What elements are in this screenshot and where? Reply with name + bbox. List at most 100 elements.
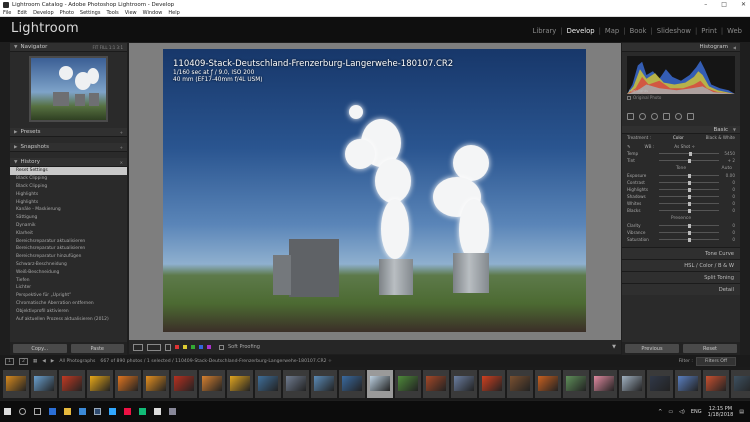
- slider-knob[interactable]: [687, 201, 691, 206]
- slider-knob[interactable]: [687, 230, 691, 235]
- menu-develop[interactable]: Develop: [33, 10, 54, 16]
- develop-photo[interactable]: 110409-Stack-Deutschland-Frenzerburg-Lan…: [163, 49, 586, 332]
- module-web[interactable]: Web: [723, 27, 746, 35]
- slider-knob[interactable]: [687, 173, 691, 178]
- file-explorer-icon[interactable]: [64, 408, 71, 415]
- search-icon[interactable]: [19, 408, 26, 415]
- module-slideshow[interactable]: Slideshow: [653, 27, 695, 35]
- history-item[interactable]: Bereichsreparatur aktualisieren: [10, 245, 127, 253]
- spot-removal-tool-icon[interactable]: [639, 112, 646, 120]
- slider-value[interactable]: 0: [723, 187, 735, 192]
- color-label-green[interactable]: [191, 345, 195, 349]
- red-eye-tool-icon[interactable]: [651, 112, 658, 120]
- network-icon[interactable]: ▭: [668, 409, 673, 415]
- reset-button[interactable]: Reset: [683, 344, 737, 353]
- photoshop-icon[interactable]: [109, 408, 116, 415]
- slider-value[interactable]: 5450: [723, 151, 735, 156]
- filmstrip-thumbnail[interactable]: [115, 369, 141, 398]
- history-item[interactable]: Black Clipping: [10, 175, 127, 183]
- history-item[interactable]: Dynamik: [10, 222, 127, 230]
- menu-edit[interactable]: Edit: [17, 10, 27, 16]
- filmstrip-thumbnail[interactable]: [59, 369, 85, 398]
- add-preset-icon[interactable]: +: [120, 130, 123, 135]
- filmstrip-thumbnail[interactable]: [535, 369, 561, 398]
- paste-button[interactable]: Paste: [70, 344, 124, 353]
- slider-track[interactable]: [659, 230, 719, 235]
- module-develop[interactable]: Develop: [563, 27, 599, 35]
- section-hsl[interactable]: HSL / Color / B & W: [622, 259, 740, 271]
- color-label-red[interactable]: [175, 345, 179, 349]
- filter-select[interactable]: Filters Off: [695, 356, 736, 366]
- treatment-bw-option[interactable]: Black & White: [706, 135, 735, 140]
- menu-photo[interactable]: Photo: [60, 10, 74, 16]
- presets-header[interactable]: ▶ Presets +: [10, 128, 127, 137]
- filmstrip-thumbnail[interactable]: [395, 369, 421, 398]
- filmstrip-thumbnail[interactable]: [479, 369, 505, 398]
- adjustment-brush-icon[interactable]: [687, 112, 694, 120]
- filmstrip-thumbnail[interactable]: [507, 369, 533, 398]
- keyboard-language[interactable]: ENG: [691, 409, 702, 415]
- edge-icon[interactable]: [49, 408, 56, 415]
- filmstrip-thumbnail[interactable]: [227, 369, 253, 398]
- navigator-preview[interactable]: [29, 56, 108, 122]
- loupe-view-icon[interactable]: [133, 343, 143, 351]
- filmstrip-thumbnail[interactable]: [283, 369, 309, 398]
- forward-arrow-icon[interactable]: ▶: [51, 359, 55, 364]
- history-item[interactable]: Highlights: [10, 198, 127, 206]
- history-item[interactable]: Objektivprofil aktivieren: [10, 307, 127, 315]
- radial-filter-icon[interactable]: [675, 112, 682, 120]
- filmstrip-thumbnail[interactable]: [87, 369, 113, 398]
- task-view-icon[interactable]: [34, 408, 41, 415]
- minimize-icon[interactable]: –: [704, 1, 707, 8]
- slider-value[interactable]: 0: [723, 180, 735, 185]
- tone-auto-button[interactable]: Auto: [722, 166, 732, 171]
- filmstrip-thumbnail[interactable]: [591, 369, 617, 398]
- slider-value[interactable]: + 2: [723, 158, 735, 163]
- slider-value[interactable]: 0: [723, 223, 735, 228]
- color-label-blue[interactable]: [199, 345, 203, 349]
- module-book[interactable]: Book: [626, 27, 651, 35]
- dropdown-chevron-icon[interactable]: [165, 343, 171, 351]
- store-icon[interactable]: [79, 408, 86, 415]
- slider-knob[interactable]: [687, 223, 691, 228]
- slider-knob[interactable]: [687, 194, 691, 199]
- history-item[interactable]: Chromatische Aberration entfernen: [10, 300, 127, 308]
- slider-track[interactable]: [659, 180, 719, 185]
- history-item[interactable]: Klarheit: [10, 229, 127, 237]
- soft-proofing-checkbox[interactable]: [219, 344, 224, 350]
- color-label-yellow[interactable]: [183, 345, 187, 349]
- graduated-filter-icon[interactable]: [663, 112, 670, 120]
- copy-button[interactable]: Copy...: [13, 344, 67, 353]
- filmstrip-thumbnail[interactable]: [255, 369, 281, 398]
- grid-view-icon[interactable]: ▦: [33, 359, 37, 364]
- slider-track[interactable]: [659, 173, 719, 178]
- navigator-header[interactable]: ▼ Navigator FIT FILL 1:1 3:1: [10, 43, 127, 52]
- filmstrip-thumbnail[interactable]: [339, 369, 365, 398]
- histogram-graph[interactable]: Highlights: [627, 56, 735, 94]
- eyedropper-icon[interactable]: ✎: [627, 144, 631, 149]
- module-print[interactable]: Print: [697, 27, 721, 35]
- history-item[interactable]: Black Clipping: [10, 183, 127, 191]
- slider-value[interactable]: 0: [723, 194, 735, 199]
- filmstrip-thumbnail[interactable]: [311, 369, 337, 398]
- filmstrip-thumbnail[interactable]: [423, 369, 449, 398]
- slider-track[interactable]: [659, 208, 719, 213]
- slider-knob[interactable]: [688, 151, 692, 156]
- module-library[interactable]: Library: [529, 27, 561, 35]
- history-item[interactable]: Reset Settings: [10, 167, 127, 175]
- menu-settings[interactable]: Settings: [80, 10, 101, 16]
- filmstrip-thumbnail[interactable]: [563, 369, 589, 398]
- slider-knob[interactable]: [687, 208, 691, 213]
- menu-file[interactable]: File: [3, 10, 11, 16]
- history-item[interactable]: Bereichsreparatur hinzufügen: [10, 253, 127, 261]
- toolbar-menu-icon[interactable]: ▼: [612, 344, 616, 350]
- slider-track[interactable]: [659, 237, 719, 242]
- slider-value[interactable]: 0.00: [723, 173, 735, 178]
- zoom-options[interactable]: FIT FILL 1:1 3:1: [92, 45, 123, 50]
- tray-chevron-icon[interactable]: ^: [658, 409, 662, 415]
- filmstrip-thumbnail[interactable]: [199, 369, 225, 398]
- menu-help[interactable]: Help: [168, 10, 179, 16]
- original-photo-toggle[interactable]: Original Photo: [627, 95, 735, 100]
- add-snapshot-icon[interactable]: +: [120, 145, 123, 150]
- slider-track[interactable]: [659, 194, 719, 199]
